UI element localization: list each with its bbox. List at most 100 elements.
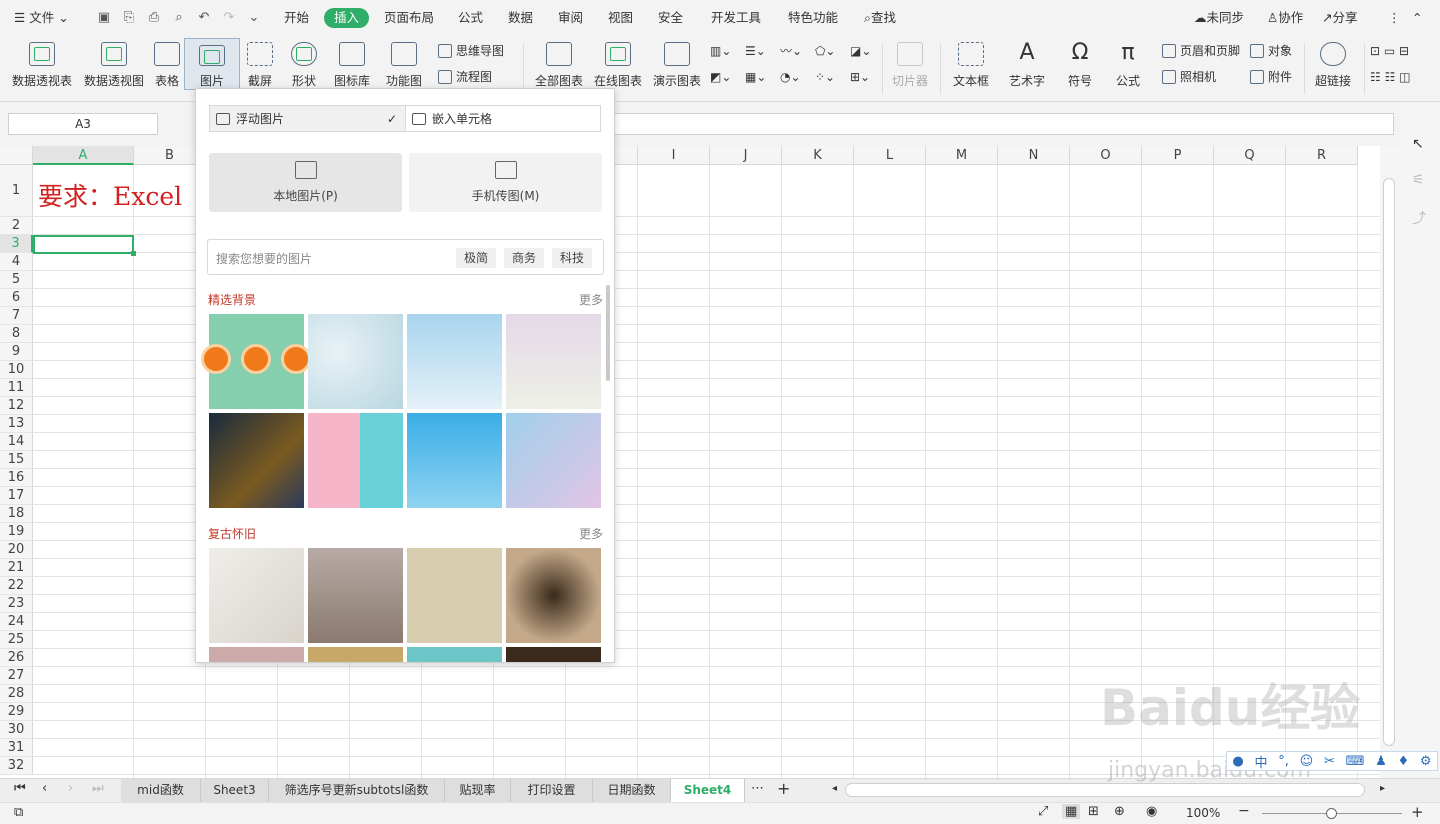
picture-search-box[interactable]: 搜索您想要的图片 极简 商务 科技 [207, 239, 604, 275]
row-header-2[interactable]: 2 [0, 217, 33, 235]
row-header-14[interactable]: 14 [0, 433, 33, 451]
bar-chart-h-icon[interactable]: ☰⌄ [745, 41, 766, 61]
thumbnail-sheet-music[interactable] [506, 548, 601, 643]
column-header-k[interactable]: K [782, 146, 854, 165]
tab-developer[interactable]: 开发工具 [711, 0, 761, 36]
column-header-q[interactable]: Q [1214, 146, 1286, 165]
tab-formulas[interactable]: 公式 [458, 0, 483, 36]
redo-icon[interactable]: ↷ [221, 10, 237, 26]
more-icon[interactable]: ⌄ [246, 10, 262, 26]
row-header-29[interactable]: 29 [0, 703, 33, 721]
sheet-tab-discount[interactable]: 贴现率 [445, 779, 511, 802]
textbox-button[interactable]: 文本框 [939, 36, 1003, 89]
sheet-tab-sheet3[interactable]: Sheet3 [201, 779, 269, 802]
picture-search-input[interactable]: 搜索您想要的图片 [216, 250, 312, 267]
hyperlink-button[interactable]: 超链接 [1301, 36, 1365, 89]
thumbnail-vintage-car[interactable] [407, 548, 502, 643]
normal-view-icon[interactable]: ▦ [1062, 804, 1081, 819]
sheet-tab-date[interactable]: 日期函数 [593, 779, 671, 802]
floating-picture-option[interactable]: 浮动图片 ✓ [209, 105, 406, 132]
thumbnail-pastel[interactable] [506, 314, 601, 409]
row-header-20[interactable]: 20 [0, 541, 33, 559]
ime-user-icon[interactable]: ♟ [1375, 754, 1387, 769]
more-retro-link[interactable]: 更多 [579, 525, 603, 542]
row-header-22[interactable]: 22 [0, 577, 33, 595]
zoom-level[interactable]: 100% [1186, 806, 1220, 820]
line-chart-icon[interactable]: 〰⌄ [780, 41, 802, 61]
sheet-tab-print[interactable]: 打印设置 [511, 779, 593, 802]
row-header-9[interactable]: 9 [0, 343, 33, 361]
thumbnail-popsicle[interactable] [308, 413, 403, 508]
tab-insert[interactable]: 插入 [324, 8, 370, 28]
column-header-o[interactable]: O [1070, 146, 1142, 165]
export-icon[interactable]: ⎘ [121, 10, 137, 26]
share-panel-icon[interactable]: ⤴ [1412, 208, 1426, 228]
ime-punct-icon[interactable]: °, [1278, 754, 1289, 769]
tab-review[interactable]: 审阅 [558, 0, 583, 36]
thumbnail-circuit[interactable] [209, 413, 304, 508]
row-header-19[interactable]: 19 [0, 523, 33, 541]
zoom-out-icon[interactable]: − [1238, 803, 1250, 819]
row-header-7[interactable]: 7 [0, 307, 33, 325]
fullscreen-icon[interactable]: ⤢ [1038, 804, 1048, 819]
file-menu[interactable]: ☰ 文件 ⌄ [14, 0, 69, 36]
column-chart-icon[interactable]: ▥⌄ [710, 41, 731, 61]
settings-slider-icon[interactable]: ⚟ [1412, 172, 1425, 188]
select-all-corner[interactable] [0, 146, 33, 165]
eye-protection-icon[interactable]: ◉ [1146, 804, 1157, 819]
column-header-j[interactable]: J [710, 146, 782, 165]
thumbnail-orange[interactable] [201, 314, 311, 409]
list-small-icon[interactable]: ☷ ☷ ◫ [1370, 67, 1410, 87]
column-header-a[interactable]: A [33, 146, 134, 165]
row-header-3[interactable]: 3 [0, 235, 33, 253]
row-header-12[interactable]: 12 [0, 397, 33, 415]
mindmap-button[interactable]: 思维导图 [438, 41, 504, 61]
row-header-25[interactable]: 25 [0, 631, 33, 649]
row-header-27[interactable]: 27 [0, 667, 33, 685]
tab-special[interactable]: 特色功能 [788, 0, 838, 36]
more-sheets-icon[interactable]: ⋯ [751, 781, 764, 796]
ime-keyboard-icon[interactable]: ⌨ [1346, 754, 1365, 769]
pivot-table-button[interactable]: 数据透视表 [10, 36, 74, 89]
other-chart-icon[interactable]: ⊞⌄ [850, 67, 870, 87]
row-header-28[interactable]: 28 [0, 685, 33, 703]
zoom-in-icon[interactable]: + [1411, 803, 1424, 821]
ime-chinese-icon[interactable]: 中 [1254, 752, 1267, 771]
row-header-11[interactable]: 11 [0, 379, 33, 397]
row-header-26[interactable]: 26 [0, 649, 33, 667]
column-header-m[interactable]: M [926, 146, 998, 165]
row-header-31[interactable]: 31 [0, 739, 33, 757]
zoom-slider-handle[interactable] [1326, 808, 1337, 819]
name-box[interactable]: A3 [8, 113, 158, 135]
prev-sheet-icon[interactable]: ‹ [42, 781, 47, 796]
last-sheet-icon[interactable]: ⏭ [92, 781, 104, 796]
dropdown-scrollbar[interactable] [606, 285, 610, 381]
column-header-i[interactable]: I [638, 146, 710, 165]
row-header-4[interactable]: 4 [0, 253, 33, 271]
scatter-chart-icon[interactable]: ⁘⌄ [815, 67, 835, 87]
demo-charts-button[interactable]: 演示图表 [645, 36, 709, 89]
sync-button[interactable]: ☁未同步 [1194, 0, 1244, 36]
sheet-tab-mid[interactable]: mid函数 [121, 779, 201, 802]
horizontal-scrollbar-thumb[interactable] [845, 783, 1365, 797]
scroll-left-icon[interactable]: ◂ [832, 783, 837, 794]
scroll-right-icon[interactable]: ▸ [1380, 783, 1385, 794]
sheet-tab-sheet4[interactable]: Sheet4 [671, 779, 745, 802]
page-layout-view-icon[interactable]: ⊕ [1114, 804, 1125, 819]
column-header-r[interactable]: R [1286, 146, 1358, 165]
slicer-button[interactable]: 切片器 [878, 36, 942, 89]
stock-chart-icon[interactable]: ◩⌄ [710, 67, 731, 87]
header-footer-button[interactable]: 页眉和页脚 [1162, 41, 1240, 61]
textbox-small-icon[interactable]: ⊡ ▭ ⊟ [1370, 41, 1409, 61]
formula-button[interactable]: π 公式 [1096, 36, 1160, 89]
phone-upload-button[interactable]: 手机传图(M) [409, 153, 602, 212]
row-header-17[interactable]: 17 [0, 487, 33, 505]
ime-scissors-icon[interactable]: ✂ [1324, 754, 1335, 769]
row-header-13[interactable]: 13 [0, 415, 33, 433]
pie-chart-icon[interactable]: ◔⌄ [780, 67, 801, 87]
tab-view[interactable]: 视图 [608, 0, 633, 36]
thumbnail-sky[interactable] [407, 314, 502, 409]
tag-business[interactable]: 商务 [504, 248, 545, 268]
row-header-15[interactable]: 15 [0, 451, 33, 469]
thumbnail-paper-plane[interactable] [407, 413, 502, 508]
